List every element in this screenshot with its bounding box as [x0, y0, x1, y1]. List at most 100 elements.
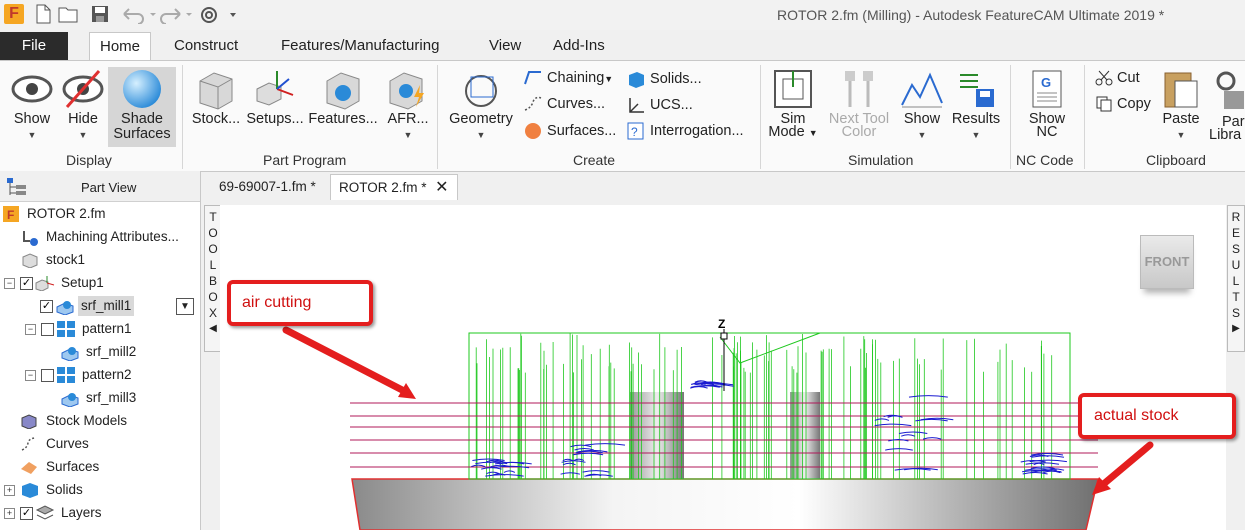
expand-toggle[interactable]: + — [4, 508, 15, 519]
tree-item-pattern1[interactable]: − pattern1 — [24, 319, 198, 339]
doc-tab-69-69007[interactable]: 69-69007-1.fm * — [211, 174, 324, 199]
toolpath-blue-segment — [572, 452, 604, 456]
results-button[interactable]: Results ▼ — [947, 67, 1005, 142]
settings-gear-icon[interactable] — [198, 4, 242, 24]
tree-item-solids[interactable]: + Solids — [3, 480, 198, 500]
features-button[interactable]: Features... — [306, 67, 380, 126]
save-icon[interactable] — [90, 4, 110, 24]
toolpath-blue-segment — [690, 386, 708, 389]
copy-button[interactable]: Copy — [1095, 96, 1151, 112]
next-tool-color-button[interactable]: Next Tool Color — [823, 67, 895, 139]
tree-item-srf-mill2[interactable]: srf_mill2 — [60, 342, 198, 362]
tree-item-label: ROTOR 2.fm — [27, 206, 106, 221]
tree-item-label: Machining Attributes... — [46, 229, 179, 244]
doc-tab-label: ROTOR 2.fm * — [339, 180, 427, 195]
svg-text:G: G — [1041, 75, 1051, 90]
checkbox-checked[interactable]: ✓ — [20, 507, 33, 520]
copy-label: Copy — [1117, 96, 1151, 112]
tree-item-label-selected: srf_mill1 — [78, 296, 135, 316]
solid-cube-icon — [629, 72, 644, 88]
tab-add-ins[interactable]: Add-Ins — [543, 32, 615, 60]
tab-construct[interactable]: Construct — [164, 32, 248, 60]
tree-view-icon — [7, 178, 26, 195]
surface-mill-feature-icon — [56, 301, 74, 315]
toolbox-letter: X — [208, 306, 217, 320]
results-letter: E — [1231, 226, 1240, 240]
tree-item-layers[interactable]: + ✓ Layers — [3, 503, 198, 523]
hide-button[interactable]: Hide ▼ — [60, 67, 106, 142]
afr-lightning-icon — [389, 72, 424, 110]
results-letter: S — [1231, 242, 1240, 256]
tree-item-rotor[interactable]: F ROTOR 2.fm — [3, 204, 198, 224]
ribbon-tab-bar: File Home Construct Features/Manufacturi… — [0, 32, 1245, 62]
app-logo-icon[interactable]: F — [4, 4, 24, 24]
part-library-button[interactable]: Par Libra — [1206, 67, 1245, 142]
tree-item-label: Curves — [46, 436, 89, 451]
chevron-down-icon: ▼ — [1176, 130, 1186, 140]
group-label-create: Create — [573, 152, 616, 168]
tab-file[interactable]: File — [0, 32, 68, 60]
ucs-label: UCS... — [650, 96, 693, 113]
geometry-icon — [465, 75, 497, 107]
results-strip[interactable]: R E S U L T S ▶ — [1227, 205, 1245, 352]
solid-cube-icon — [22, 483, 38, 498]
afr-button[interactable]: AFR... ▼ — [382, 67, 434, 142]
undo-icon[interactable] — [120, 4, 160, 24]
show-nc-button[interactable]: G Show NC — [1018, 67, 1076, 139]
ribbon-divider — [760, 65, 761, 169]
curves-button[interactable]: Curves... — [523, 96, 605, 112]
dropdown-arrow-icon[interactable]: ▼ — [176, 298, 194, 315]
interrogation-button[interactable]: ? Interrogation... — [626, 122, 744, 140]
checkbox-unchecked[interactable] — [41, 323, 54, 336]
tab-home[interactable]: Home — [89, 32, 152, 62]
view-cube[interactable]: FRONT — [1140, 235, 1194, 289]
tree-item-machining-attributes[interactable]: Machining Attributes... — [20, 227, 198, 247]
group-label-simulation: Simulation — [848, 152, 914, 168]
eye-icon — [11, 75, 53, 103]
interrogation-icon: ? — [627, 122, 644, 140]
solids-button[interactable]: Solids... — [626, 70, 702, 88]
surfaces-button[interactable]: Surfaces... — [523, 122, 616, 140]
stock-button[interactable]: Stock... — [188, 67, 244, 126]
cut-label: Cut — [1117, 70, 1140, 86]
tree-item-srf-mill1[interactable]: ✓ srf_mill1 ▼ — [40, 296, 198, 316]
tree-item-surfaces[interactable]: Surfaces — [20, 457, 198, 477]
tree-item-srf-mill3[interactable]: srf_mill3 — [60, 388, 198, 408]
doc-tab-rotor[interactable]: ROTOR 2.fm * ✕ — [330, 174, 458, 200]
tree-item-curves[interactable]: Curves — [20, 434, 198, 454]
eye-crossed-icon — [62, 70, 104, 108]
checkbox-checked[interactable]: ✓ — [20, 277, 33, 290]
cut-button[interactable]: Cut — [1095, 70, 1140, 86]
tab-features-manufacturing[interactable]: Features/Manufacturing — [271, 32, 449, 60]
paste-button[interactable]: Paste ▼ — [1158, 67, 1204, 142]
redo-icon[interactable] — [160, 4, 196, 24]
triangle-left-icon: ◀ — [209, 323, 217, 334]
ucs-button[interactable]: UCS... — [626, 96, 693, 114]
shade-surfaces-button[interactable]: Shade Surfaces — [108, 67, 176, 147]
checkbox-unchecked[interactable] — [41, 369, 54, 382]
new-file-icon[interactable] — [34, 4, 52, 24]
open-folder-icon[interactable] — [58, 4, 80, 24]
tree-item-stock-models[interactable]: Stock Models — [20, 411, 198, 431]
tree-item-setup1[interactable]: − ✓ Setup1 — [3, 273, 198, 293]
graphics-viewport[interactable]: Z FRONT air cutting actual stock — [220, 205, 1236, 530]
close-icon[interactable]: ✕ — [435, 175, 448, 200]
tree-item-pattern2[interactable]: − pattern2 — [24, 365, 198, 385]
curves-label: Curves... — [547, 96, 606, 112]
collapse-toggle[interactable]: − — [25, 370, 36, 381]
simulation-show-button[interactable]: Show ▼ — [897, 67, 947, 142]
checkbox-checked[interactable]: ✓ — [40, 300, 53, 313]
setups-button[interactable]: Setups... — [244, 67, 306, 126]
sim-mode-button[interactable]: Sim Mode ▼ — [765, 67, 821, 140]
collapse-toggle[interactable]: − — [4, 278, 15, 289]
tree-item-stock1[interactable]: stock1 — [20, 250, 198, 270]
expand-toggle[interactable]: + — [4, 485, 15, 496]
show-button[interactable]: Show ▼ — [8, 67, 56, 142]
geometry-button[interactable]: Geometry ▼ — [443, 67, 519, 142]
chevron-down-icon: ▼ — [917, 130, 927, 140]
tab-view[interactable]: View — [479, 32, 531, 60]
toolbox-letter: T — [209, 210, 217, 224]
features-label: Features... — [308, 111, 378, 127]
collapse-toggle[interactable]: − — [25, 324, 36, 335]
chaining-button[interactable]: Chaining▼ — [523, 70, 613, 86]
